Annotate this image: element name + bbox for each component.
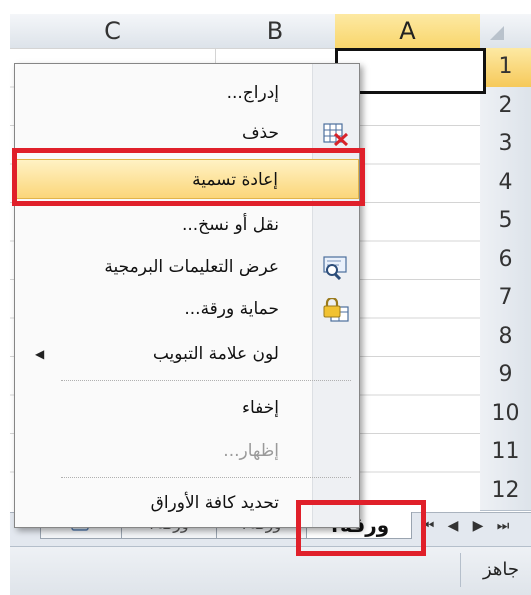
- last-sheet-nav-icon[interactable]: ⏭: [495, 518, 511, 534]
- row-header-6[interactable]: 6: [480, 240, 531, 280]
- protect-sheet-icon: [323, 296, 349, 322]
- menu-item-label: عرض التعليمات البرمجية: [104, 257, 279, 277]
- prev-sheet-nav-icon[interactable]: ◀: [445, 518, 461, 534]
- column-header-b[interactable]: B: [215, 14, 336, 49]
- row-header-2[interactable]: 2: [480, 86, 531, 126]
- status-bar: جاهز: [10, 546, 531, 595]
- row-header-1[interactable]: 1: [480, 48, 531, 88]
- menu-item-label: حماية ورقة...: [184, 299, 279, 319]
- menu-separator: [61, 380, 351, 381]
- menu-item-label: تحديد كافة الأوراق: [150, 493, 279, 513]
- row-header-12[interactable]: 12: [480, 471, 531, 511]
- menu-item-label: إخفاء: [241, 398, 279, 418]
- row-header-3[interactable]: 3: [480, 125, 531, 165]
- rename-highlight-box: [12, 148, 365, 206]
- menu-item-delete[interactable]: حذف: [15, 113, 359, 153]
- view-code-icon: [323, 255, 349, 281]
- select-all-corner[interactable]: [480, 14, 531, 49]
- column-header-a[interactable]: A: [335, 14, 481, 49]
- status-ready-text: جاهز: [482, 559, 519, 580]
- menu-item-move-copy[interactable]: نقل أو نسخ...: [15, 205, 359, 245]
- column-header-c[interactable]: C: [10, 14, 216, 49]
- menu-separator: [61, 477, 351, 478]
- row-header-8[interactable]: 8: [480, 317, 531, 357]
- menu-item-unhide: إظهار...: [15, 431, 359, 471]
- next-sheet-nav-icon[interactable]: ▶: [470, 518, 486, 534]
- menu-item-tab-color[interactable]: لون علامة التبويب ◀: [15, 334, 359, 374]
- submenu-arrow-icon: ◀: [35, 347, 45, 361]
- menu-item-protect-sheet[interactable]: حماية ورقة...: [15, 289, 359, 329]
- row-header-11[interactable]: 11: [480, 433, 531, 473]
- row-header-7[interactable]: 7: [480, 279, 531, 319]
- select-all-triangle-icon: [490, 26, 504, 40]
- row-header-9[interactable]: 9: [480, 356, 531, 396]
- sheet-tab-highlight-box: [296, 500, 426, 556]
- menu-item-label: لون علامة التبويب: [152, 344, 279, 364]
- menu-item-view-code[interactable]: عرض التعليمات البرمجية: [15, 247, 359, 287]
- menu-item-hide[interactable]: إخفاء: [15, 388, 359, 428]
- row-header-5[interactable]: 5: [480, 202, 531, 242]
- row-header-4[interactable]: 4: [480, 163, 531, 203]
- sheet-tab-context-menu: إدراج... حذف إعادة تسمية نقل أو نسخ... ع…: [14, 63, 360, 528]
- delete-sheet-icon: [323, 121, 349, 147]
- menu-item-label: نقل أو نسخ...: [181, 215, 279, 235]
- row-header-10[interactable]: 10: [480, 394, 531, 434]
- menu-item-label: إظهار...: [223, 441, 279, 461]
- status-separator: [460, 553, 461, 587]
- menu-item-label: إدراج...: [226, 83, 279, 103]
- menu-item-insert[interactable]: إدراج...: [15, 73, 359, 113]
- menu-item-label: حذف: [241, 123, 279, 143]
